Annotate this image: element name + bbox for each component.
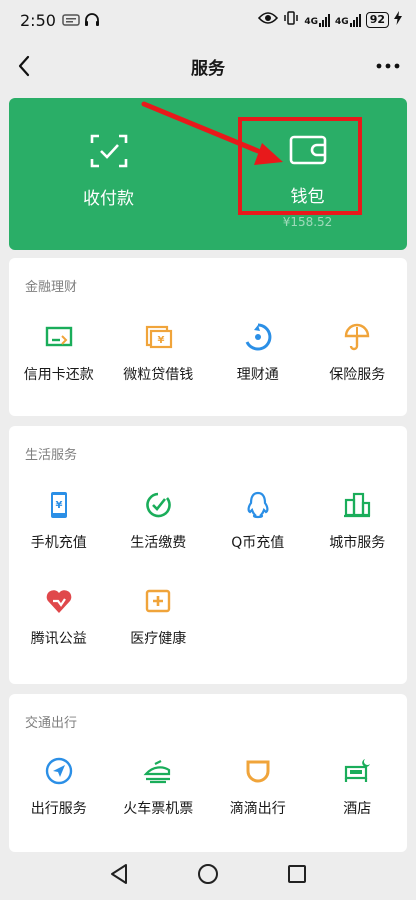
finance-section: 金融理财 信用卡还款 ¥ 微粒贷借钱 理财通 保险服务 bbox=[9, 258, 407, 416]
train-plane-label: 火车票机票 bbox=[123, 801, 194, 817]
city-service-icon bbox=[342, 490, 372, 520]
wallet-banner: 收付款 钱包 ¥158.52 bbox=[9, 98, 407, 250]
phone-topup-button[interactable]: ¥ 手机充值 bbox=[9, 490, 109, 586]
wealth-label: 理财通 bbox=[236, 367, 279, 383]
life-section: 生活服务 ¥ 手机充值 生活缴费 Q币充值 城市服务 腾讯公益 医疗健康 bbox=[9, 426, 407, 684]
insurance-label: 保险服务 bbox=[329, 367, 386, 383]
travel-icon bbox=[44, 756, 74, 786]
credit-card-repay-icon bbox=[44, 322, 74, 352]
wallet-balance: ¥158.52 bbox=[282, 215, 333, 229]
life-section-title: 生活服务 bbox=[25, 448, 78, 463]
utility-bill-label: 生活缴费 bbox=[130, 535, 187, 551]
transport-section: 交通出行 出行服务 火车票机票 滴滴出行 酒店 bbox=[9, 694, 407, 852]
status-time: 2:50 bbox=[20, 10, 56, 30]
recents-square-icon[interactable] bbox=[287, 864, 307, 888]
headphones-icon bbox=[84, 13, 100, 27]
wallet-button[interactable]: 钱包 ¥158.52 bbox=[208, 98, 407, 250]
more-icon bbox=[376, 63, 400, 69]
signal-icon: 4G bbox=[304, 13, 331, 27]
nav-bar: 服务 bbox=[0, 40, 416, 92]
vibrate-icon bbox=[283, 11, 299, 29]
svg-text:¥: ¥ bbox=[55, 500, 62, 511]
wealth-button[interactable]: 理财通 bbox=[208, 322, 308, 418]
hotel-label: 酒店 bbox=[343, 801, 372, 817]
charging-icon bbox=[394, 11, 402, 29]
system-nav-bar bbox=[0, 852, 416, 900]
charity-icon bbox=[44, 586, 74, 616]
notification-icon bbox=[62, 13, 80, 27]
medical-label: 医疗健康 bbox=[130, 631, 187, 647]
travel-label: 出行服务 bbox=[30, 801, 87, 817]
loan-label: 微粒贷借钱 bbox=[123, 367, 194, 383]
pay-receive-label: 收付款 bbox=[83, 189, 134, 209]
credit-card-repay-label: 信用卡还款 bbox=[23, 367, 94, 383]
insurance-icon bbox=[342, 322, 372, 352]
medical-button[interactable]: 医疗健康 bbox=[109, 586, 209, 682]
svg-text:¥: ¥ bbox=[158, 335, 165, 346]
back-button[interactable] bbox=[10, 52, 38, 80]
hotel-button[interactable]: 酒店 bbox=[308, 756, 408, 852]
utility-bill-icon bbox=[143, 490, 173, 520]
medical-icon bbox=[143, 586, 173, 616]
more-button[interactable] bbox=[374, 52, 402, 80]
transport-section-title: 交通出行 bbox=[25, 716, 78, 731]
qcoin-label: Q币充值 bbox=[231, 535, 285, 551]
didi-button[interactable]: 滴滴出行 bbox=[208, 756, 308, 852]
scan-check-icon bbox=[90, 134, 127, 168]
pay-receive-button[interactable]: 收付款 bbox=[9, 98, 208, 250]
chevron-left-icon bbox=[18, 55, 30, 77]
loan-icon: ¥ bbox=[143, 322, 173, 352]
status-bar: 2:50 4G 4G 92 bbox=[0, 0, 416, 40]
didi-icon bbox=[243, 756, 273, 786]
wealth-icon bbox=[243, 322, 273, 352]
train-plane-button[interactable]: 火车票机票 bbox=[109, 756, 209, 852]
battery-level: 92 bbox=[365, 12, 389, 28]
hotel-icon bbox=[342, 756, 372, 786]
page-title: 服务 bbox=[191, 58, 225, 79]
qcoin-icon bbox=[243, 490, 273, 520]
charity-button[interactable]: 腾讯公益 bbox=[9, 586, 109, 682]
credit-card-repay-button[interactable]: 信用卡还款 bbox=[9, 322, 109, 418]
qcoin-button[interactable]: Q币充值 bbox=[208, 490, 308, 586]
back-triangle-icon[interactable] bbox=[109, 863, 129, 889]
wallet-label: 钱包 bbox=[290, 187, 325, 207]
home-circle-icon[interactable] bbox=[197, 863, 219, 889]
city-service-button[interactable]: 城市服务 bbox=[308, 490, 408, 586]
utility-bill-button[interactable]: 生活缴费 bbox=[109, 490, 209, 586]
phone-topup-icon: ¥ bbox=[44, 490, 74, 520]
travel-button[interactable]: 出行服务 bbox=[9, 756, 109, 852]
didi-label: 滴滴出行 bbox=[229, 801, 286, 817]
signal-icon-2: 4G bbox=[335, 13, 361, 27]
city-service-label: 城市服务 bbox=[329, 535, 386, 551]
loan-button[interactable]: ¥ 微粒贷借钱 bbox=[109, 322, 209, 418]
wallet-icon bbox=[289, 135, 326, 165]
finance-section-title: 金融理财 bbox=[25, 280, 78, 295]
phone-topup-label: 手机充值 bbox=[30, 535, 87, 551]
eye-icon bbox=[258, 11, 279, 29]
train-plane-icon bbox=[143, 756, 173, 786]
insurance-button[interactable]: 保险服务 bbox=[308, 322, 408, 418]
charity-label: 腾讯公益 bbox=[30, 631, 87, 647]
